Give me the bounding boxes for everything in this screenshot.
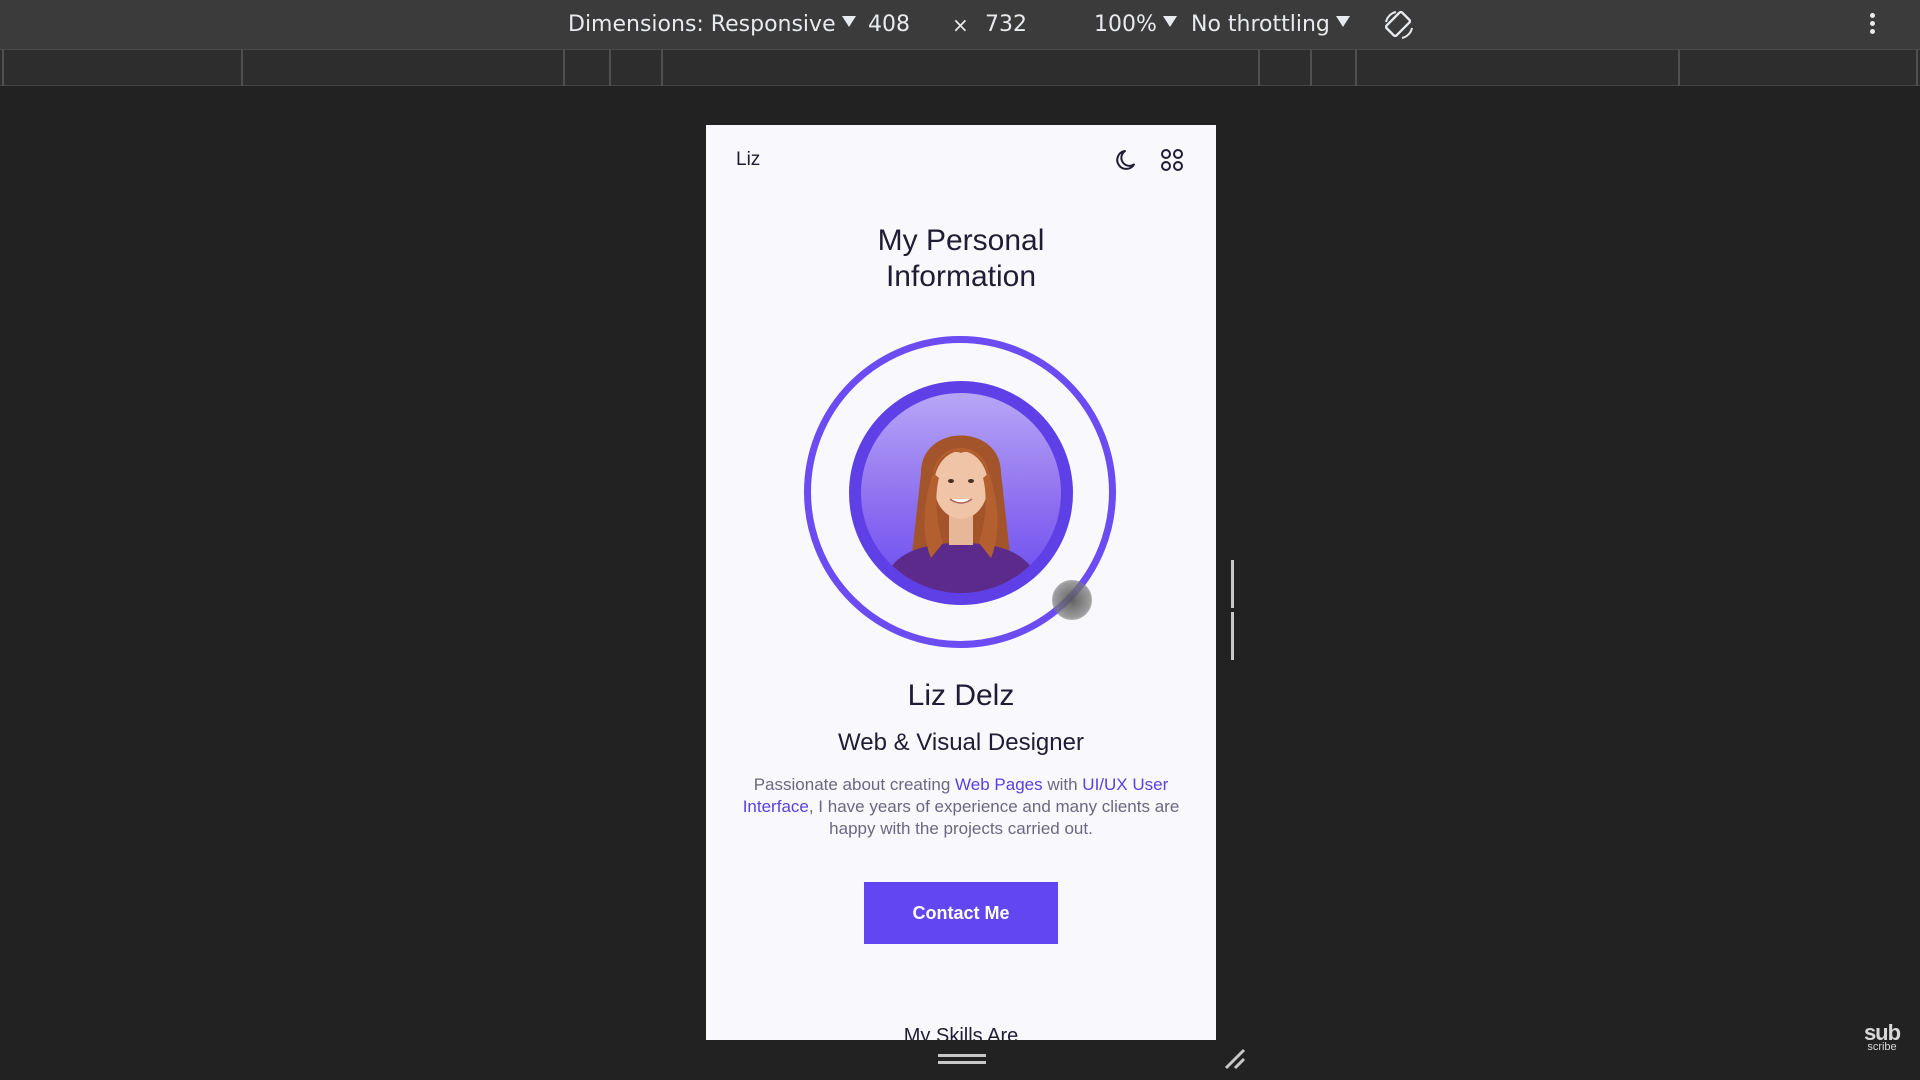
viewport-resize-handle-right[interactable] <box>1231 560 1240 660</box>
title-line-1: My Personal <box>877 224 1045 257</box>
height-input[interactable]: 732 <box>985 12 1045 38</box>
skills-heading: My Skills Are <box>903 1025 1019 1040</box>
caret-down-icon <box>1335 16 1350 27</box>
moon-icon[interactable] <box>1114 147 1140 173</box>
description-text: with <box>1042 775 1083 794</box>
profile-name: Liz Delz <box>907 679 1015 712</box>
viewport-resize-handle-corner[interactable] <box>1222 1046 1248 1072</box>
profile-photo <box>861 393 1061 593</box>
media-query-divider <box>1916 50 1918 86</box>
devtools-device-toolbar: Dimensions: Responsive 408 × 732 100% No… <box>0 0 1920 50</box>
contact-me-button[interactable]: Contact Me <box>864 882 1058 944</box>
dimensions-dropdown[interactable]: Dimensions: Responsive <box>568 12 856 38</box>
profile-inner-ring <box>849 381 1073 605</box>
page-title: My Personal Information <box>706 223 1216 295</box>
throttling-label: No throttling <box>1191 12 1330 37</box>
cursor-indicator <box>1052 580 1092 620</box>
description-text: , I have years of experience and many cl… <box>808 797 1180 838</box>
zoom-dropdown[interactable]: 100% <box>1094 12 1177 38</box>
media-query-divider <box>661 50 663 86</box>
dimensions-label: Dimensions: Responsive <box>568 12 836 37</box>
media-query-bar[interactable] <box>0 50 1920 86</box>
rotate-icon[interactable] <box>1382 8 1416 42</box>
caret-down-icon <box>1162 16 1177 27</box>
media-query-divider <box>1355 50 1357 86</box>
media-query-divider <box>2 50 4 86</box>
zoom-label: 100% <box>1094 12 1157 37</box>
width-input[interactable]: 408 <box>868 12 928 38</box>
title-line-2: Information <box>885 260 1037 293</box>
grid-menu-icon[interactable] <box>1159 147 1185 173</box>
nav-logo[interactable]: Liz <box>736 149 760 171</box>
media-query-divider <box>1678 50 1680 86</box>
media-query-divider <box>1310 50 1312 86</box>
dimension-separator: × <box>952 13 969 37</box>
media-query-divider <box>563 50 565 86</box>
more-vertical-icon[interactable] <box>1868 13 1876 39</box>
profile-description: Passionate about creating Web Pages with… <box>730 774 1192 840</box>
media-query-divider <box>609 50 611 86</box>
caret-down-icon <box>841 16 856 27</box>
description-highlight-web-pages: Web Pages <box>955 775 1043 794</box>
device-viewport: Liz My Personal Information Liz Delz Web… <box>706 125 1216 1040</box>
media-query-divider <box>1258 50 1260 86</box>
description-text: Passionate about creating <box>753 775 956 794</box>
throttling-dropdown[interactable]: No throttling <box>1191 12 1350 38</box>
media-query-divider <box>241 50 243 86</box>
profile-role: Web & Visual Designer <box>838 729 1084 756</box>
subscribe-watermark: sub scribe <box>1858 1022 1906 1053</box>
viewport-resize-handle-bottom[interactable] <box>938 1054 986 1066</box>
